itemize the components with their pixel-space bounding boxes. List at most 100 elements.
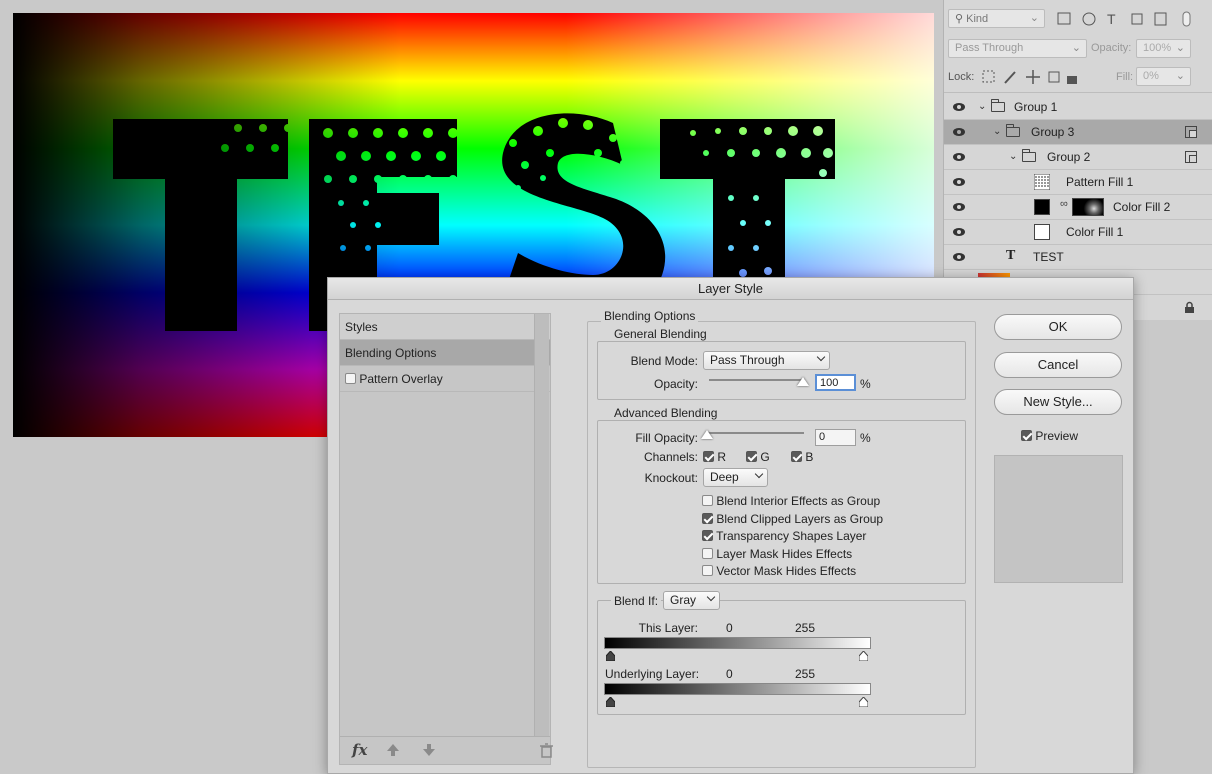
preview-checkbox[interactable] [1021, 430, 1032, 441]
opacity-slider[interactable] [709, 379, 805, 381]
lock-icons [982, 70, 1077, 84]
visibility-eye-icon[interactable] [953, 202, 965, 212]
white-fill-thumbnail-icon [1034, 224, 1050, 240]
visibility-eye-icon[interactable] [953, 152, 965, 162]
background-lock-icon [1185, 301, 1194, 313]
visibility-eye-icon[interactable] [953, 102, 965, 112]
knockout-select[interactable]: Deep [703, 468, 768, 487]
filter-kind-dropdown[interactable]: ⚲ Kind ⌄ [948, 9, 1045, 28]
type-filter-icon: T [1107, 11, 1116, 27]
preview-option[interactable]: Preview [1021, 429, 1078, 443]
cancel-button[interactable]: Cancel [994, 352, 1122, 378]
visibility-eye-icon[interactable] [953, 177, 965, 187]
styles-scrollbar[interactable] [534, 314, 549, 736]
expand-chevron-icon[interactable]: ⌄ [1009, 151, 1017, 162]
advanced-blending-title: Advanced Blending [611, 406, 721, 420]
blend-mode-select[interactable]: Pass Through [703, 351, 830, 370]
trash-icon[interactable] [540, 743, 553, 758]
layer-opacity-field[interactable]: 100% ⌄ [1136, 39, 1191, 58]
underlying-white-slider-icon[interactable] [859, 697, 868, 707]
layer-name: Group 2 [1047, 150, 1091, 164]
opacity-slider-thumb[interactable] [797, 377, 809, 386]
layer-fill-field[interactable]: 0% ⌄ [1136, 67, 1191, 86]
mask-link-icon[interactable]: ∞ [1060, 198, 1068, 210]
option-label: Vector Mask Hides Effects [716, 564, 857, 578]
ok-button[interactable]: OK [994, 314, 1122, 340]
blend-interior-checkbox[interactable] [702, 495, 713, 506]
fill-opacity-slider-thumb[interactable] [701, 430, 713, 439]
visibility-eye-icon[interactable] [953, 227, 965, 237]
visibility-eye-icon[interactable] [953, 252, 965, 262]
clipping-mask-icon [1185, 151, 1197, 163]
channel-g[interactable]: G [746, 450, 770, 464]
blend-clipped-checkbox[interactable] [702, 512, 713, 524]
general-blending-title: General Blending [611, 327, 710, 341]
lock-paint-icon [1004, 71, 1016, 84]
pixel-filter-icon [1057, 12, 1071, 25]
layer-blend-mode-dropdown[interactable]: Pass Through ⌄ [948, 39, 1087, 58]
dialog-title[interactable]: Layer Style [328, 278, 1133, 300]
channel-b[interactable]: B [791, 450, 813, 464]
layer-row-group-2[interactable]: ⌄ Group 2 [944, 145, 1212, 170]
blend-if-group [597, 600, 966, 715]
channel-r[interactable]: R [703, 450, 726, 464]
layer-row-pattern-fill-1[interactable]: Pattern Fill 1 [944, 170, 1212, 195]
layer-name: Group 1 [1014, 100, 1058, 114]
pattern-overlay-item[interactable]: Pattern Overlay [340, 366, 550, 392]
blend-if-select[interactable]: Gray [663, 591, 720, 610]
layer-mask-hides-option[interactable]: Layer Mask Hides Effects [702, 546, 883, 564]
mask-thumbnail-icon[interactable] [1072, 198, 1104, 216]
move-up-icon[interactable] [386, 743, 400, 757]
move-down-icon[interactable] [422, 743, 436, 757]
channel-g-checkbox[interactable] [746, 451, 757, 462]
layer-fill-value: 0% [1143, 70, 1159, 82]
channel-b-checkbox[interactable] [791, 451, 802, 462]
option-label: Transparency Shapes Layer [716, 529, 867, 543]
layer-mask-hides-checkbox[interactable] [702, 547, 713, 559]
layer-blend-mode-value: Pass Through [955, 42, 1024, 54]
general-blending-group [597, 341, 966, 400]
layer-row-color-fill-1[interactable]: Color Fill 1 [944, 220, 1212, 245]
underlying-black-slider-icon[interactable] [606, 697, 615, 707]
fill-opacity-slider[interactable] [708, 432, 804, 434]
folder-icon [1006, 124, 1020, 137]
new-style-button[interactable]: New Style... [994, 389, 1122, 415]
layer-row-group-3[interactable]: ⌄ Group 3 [944, 120, 1212, 145]
expand-chevron-icon[interactable]: ⌄ [978, 101, 986, 112]
this-layer-black-slider-icon[interactable] [606, 651, 615, 661]
styles-item[interactable]: Styles [340, 314, 550, 340]
underlying-layer-gradient [604, 683, 871, 695]
option-label: Blend Clipped Layers as Group [716, 511, 884, 526]
channels-label: Channels: [643, 450, 698, 464]
blending-options-item[interactable]: Blending Options [340, 340, 550, 366]
vector-mask-hides-option[interactable]: Vector Mask Hides Effects [702, 563, 883, 581]
channel-r-checkbox[interactable] [703, 451, 714, 462]
fill-opacity-value: 0 [819, 431, 826, 443]
layer-row-group-1[interactable]: ⌄ Group 1 [944, 95, 1212, 120]
lock-transparent-icon [982, 70, 995, 83]
layer-opacity-label: Opacity: [1091, 42, 1132, 54]
filter-kind-label: Kind [966, 13, 989, 25]
transparency-shapes-option[interactable]: Transparency Shapes Layer [702, 528, 883, 546]
this-layer-label: This Layer: [638, 621, 698, 635]
blend-clipped-option[interactable]: Blend Clipped Layers as Group [702, 511, 883, 529]
opacity-input[interactable]: 100 [815, 374, 856, 391]
layer-row-color-fill-2[interactable]: ∞ Color Fill 2 [944, 195, 1212, 220]
fx-icon[interactable]: fx [352, 741, 367, 759]
folder-icon [1022, 149, 1036, 162]
opacity-label: Opacity: [653, 377, 698, 391]
layer-row-test[interactable]: T TEST [944, 245, 1212, 270]
expand-chevron-icon[interactable]: ⌄ [993, 126, 1001, 137]
fill-opacity-input[interactable]: 0 [815, 429, 856, 446]
shape-filter-icon [1131, 13, 1143, 25]
styles-footer: fx [340, 736, 553, 764]
vector-mask-hides-checkbox[interactable] [702, 565, 713, 576]
layer-name: TEST [1033, 250, 1064, 264]
pattern-overlay-checkbox[interactable] [345, 373, 356, 384]
visibility-eye-icon[interactable] [953, 127, 965, 137]
advanced-options-list: Blend Interior Effects as Group Blend Cl… [702, 493, 883, 581]
channel-g-label: G [760, 450, 770, 464]
this-layer-white-slider-icon[interactable] [859, 651, 868, 661]
blend-interior-option[interactable]: Blend Interior Effects as Group [702, 493, 883, 511]
transparency-shapes-checkbox[interactable] [702, 530, 713, 541]
